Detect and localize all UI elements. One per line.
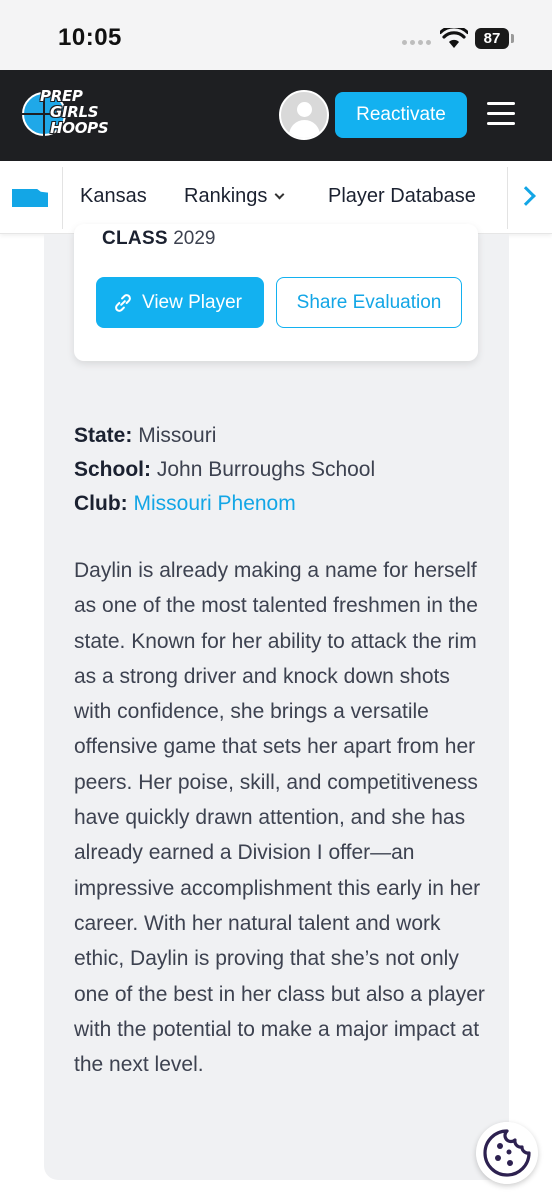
nav-divider xyxy=(62,167,63,229)
info-club: Club: Missouri Phenom xyxy=(74,492,296,515)
nav-divider xyxy=(507,167,508,229)
wifi-icon xyxy=(440,28,468,48)
nav-item-rankings-label: Rankings xyxy=(184,185,268,207)
cookie-icon[interactable] xyxy=(476,1122,538,1184)
site-header: PREP GIRLS HOOPS Reactivate xyxy=(0,70,552,161)
link-icon xyxy=(115,294,131,312)
nav-item-rankings[interactable]: Rankings xyxy=(184,185,285,208)
reactivate-button[interactable]: Reactivate xyxy=(335,92,467,138)
info-state: State: Missouri xyxy=(74,424,217,447)
logo-wordmark: PREP GIRLS HOOPS xyxy=(40,87,109,137)
nav-item-player-database[interactable]: Player Database xyxy=(328,185,476,208)
hamburger-menu-icon[interactable] xyxy=(487,102,515,128)
status-time: 10:05 xyxy=(58,24,122,51)
player-bio: Daylin is already making a name for hers… xyxy=(74,559,485,1077)
state-shape-icon[interactable] xyxy=(12,189,48,207)
battery-icon: 87 xyxy=(475,28,509,49)
chevron-right-icon[interactable] xyxy=(516,186,536,206)
chevron-down-icon xyxy=(274,189,285,200)
share-evaluation-button[interactable]: Share Evaluation xyxy=(276,277,462,328)
avatar[interactable] xyxy=(279,90,329,140)
player-class: CLASS 2029 xyxy=(102,228,216,249)
view-player-button[interactable]: View Player xyxy=(96,277,264,328)
cellular-signal-icon xyxy=(402,40,431,45)
status-bar: 10:05 87 xyxy=(0,0,552,70)
nav-item-kansas[interactable]: Kansas xyxy=(80,185,147,208)
club-link[interactable]: Missouri Phenom xyxy=(134,492,296,515)
player-evaluation-panel: CLASS 2029 View Player Share Evaluation … xyxy=(44,224,509,1180)
info-school: School: John Burroughs School xyxy=(74,458,376,481)
battery-cap xyxy=(511,34,514,43)
player-card: CLASS 2029 View Player Share Evaluation xyxy=(74,224,478,361)
view-player-label: View Player xyxy=(142,292,242,313)
site-logo[interactable]: PREP GIRLS HOOPS xyxy=(22,86,114,146)
